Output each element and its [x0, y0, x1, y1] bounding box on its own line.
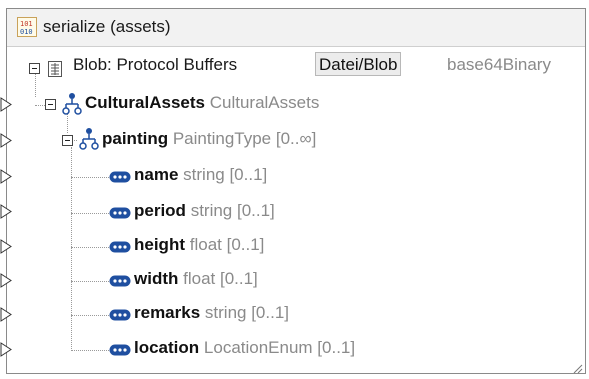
field-type: string [0..1]: [204, 303, 290, 322]
tree-connector: [71, 247, 109, 248]
component-title-bar[interactable]: 101 010 serialize (assets): [7, 9, 585, 47]
binary-serialize-icon: 101 010: [17, 17, 37, 37]
collapse-toggle-cultural-assets[interactable]: [45, 99, 56, 110]
element-icon: [109, 344, 131, 356]
element-icon: [109, 171, 131, 183]
element-icon: [109, 275, 131, 287]
input-connector-pin[interactable]: [0, 239, 13, 254]
file-blob-button[interactable]: Datei/Blob: [315, 52, 402, 76]
svg-text:010: 010: [20, 28, 33, 36]
tree-connector: [71, 177, 109, 178]
field-row[interactable]: period string [0..1]: [134, 201, 275, 221]
input-connector-pin[interactable]: [0, 204, 13, 219]
field-name: height: [134, 235, 185, 254]
node-name: CulturalAssets: [85, 93, 205, 112]
tree-connector: [71, 350, 109, 351]
node-painting[interactable]: painting PaintingType [0..∞]: [102, 129, 316, 149]
element-icon: [109, 207, 131, 219]
collapse-toggle-painting[interactable]: [62, 135, 73, 146]
field-row[interactable]: height float [0..1]: [134, 235, 264, 255]
field-type: float [0..1]: [183, 269, 258, 288]
svg-text:101: 101: [20, 20, 33, 28]
tree-connector: [71, 213, 109, 214]
node-type: CulturalAssets: [209, 93, 320, 112]
field-type: string [0..1]: [190, 201, 275, 220]
element-icon: [109, 309, 131, 321]
input-connector-pin[interactable]: [0, 169, 13, 184]
grid-document-icon: [47, 60, 63, 78]
field-name: location: [134, 338, 200, 357]
tree-connector: [35, 71, 36, 97]
field-name: name: [134, 165, 179, 184]
input-connector-pin[interactable]: [0, 342, 13, 357]
field-name: width: [134, 269, 179, 288]
node-type: PaintingType [0..∞]: [172, 129, 317, 148]
collapse-toggle-root[interactable]: [29, 63, 40, 74]
hierarchy-icon: [79, 127, 99, 151]
tree-connector: [71, 281, 109, 282]
input-connector-pin[interactable]: [0, 273, 13, 288]
field-row[interactable]: name string [0..1]: [134, 165, 267, 185]
field-name: remarks: [134, 303, 201, 322]
element-icon: [109, 241, 131, 253]
encoding-label: base64Binary: [447, 55, 551, 74]
resize-grip-icon[interactable]: [573, 361, 583, 374]
field-name: period: [134, 201, 186, 220]
root-label: Blob: Protocol Buffers: [73, 55, 238, 74]
input-connector-pin[interactable]: [0, 97, 13, 112]
field-type: string [0..1]: [183, 165, 268, 184]
node-name: painting: [102, 129, 169, 148]
input-connector-pin[interactable]: [0, 133, 13, 148]
node-cultural-assets[interactable]: CulturalAssets CulturalAssets: [85, 93, 319, 113]
tree-connector: [71, 315, 109, 316]
field-row[interactable]: remarks string [0..1]: [134, 303, 289, 323]
input-connector-pin[interactable]: [0, 307, 13, 322]
field-type: LocationEnum [0..1]: [203, 338, 356, 357]
field-type: float [0..1]: [189, 235, 265, 254]
field-row[interactable]: location LocationEnum [0..1]: [134, 338, 355, 358]
serialize-component[interactable]: 101 010 serialize (assets) Blob: Protoco…: [0, 8, 586, 374]
hierarchy-icon: [62, 92, 82, 116]
field-row[interactable]: width float [0..1]: [134, 269, 258, 289]
component-title: serialize (assets): [43, 17, 171, 36]
tree-view: Blob: Protocol Buffers Datei/Blob base64…: [0, 47, 585, 374]
